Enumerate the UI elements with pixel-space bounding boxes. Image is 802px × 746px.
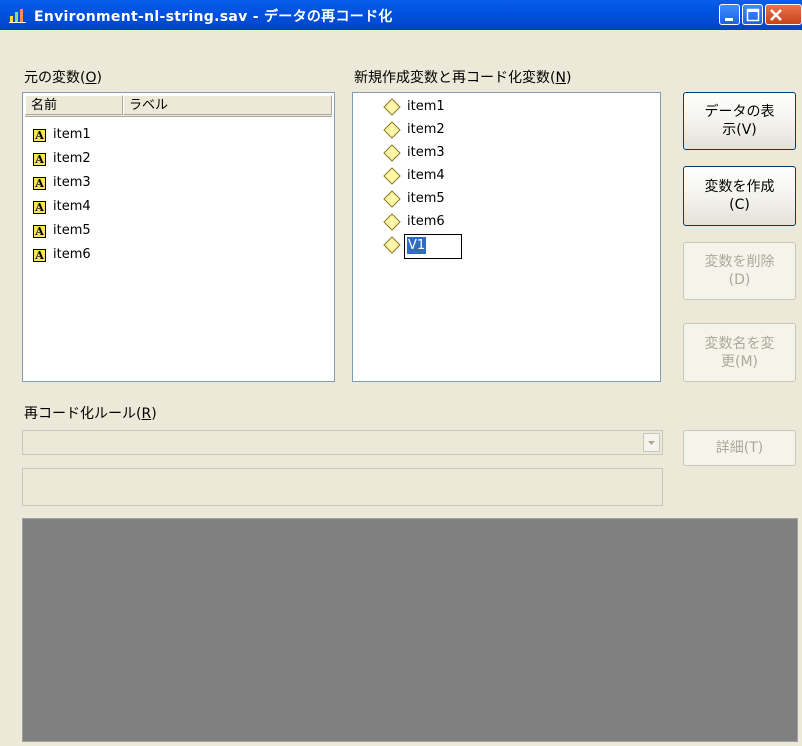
- close-button[interactable]: [765, 4, 802, 25]
- recode-rules-mnemonic: R: [141, 406, 152, 422]
- view-data-button[interactable]: データの表示(V): [683, 92, 796, 150]
- list-item-label: item4: [53, 199, 91, 214]
- new-variables-label: 新規作成変数と再コード化変数(N): [354, 67, 571, 87]
- diamond-icon: [383, 98, 401, 116]
- new-variable-tree[interactable]: item1 item2 item3 item4 item5 item6 V1: [352, 92, 661, 382]
- string-variable-icon: A: [33, 177, 46, 190]
- source-variables-label-suffix: ): [96, 70, 102, 86]
- selected-text: V1: [407, 237, 427, 254]
- diamond-icon: [383, 213, 401, 231]
- string-variable-icon: A: [33, 225, 46, 238]
- rename-variable-line2: 更(M): [720, 353, 758, 370]
- list-item-label: item3: [53, 175, 91, 190]
- create-variable-button-text: 変数を作成 (C): [684, 178, 795, 214]
- app-icon: [9, 9, 26, 23]
- string-variable-icon: A: [33, 249, 46, 262]
- minimize-icon: [725, 18, 733, 21]
- recode-rules-dropdown[interactable]: [22, 430, 663, 455]
- maximize-icon: [746, 8, 760, 22]
- column-header: 名前 ラベル: [25, 95, 332, 117]
- source-variables-label-text: 元の変数(: [24, 70, 86, 86]
- dropdown-arrow-button[interactable]: [643, 433, 660, 452]
- column-header-label[interactable]: ラベル: [123, 95, 332, 115]
- minimize-button[interactable]: [719, 4, 740, 25]
- create-variable-line2: (C): [729, 197, 750, 213]
- variable-name-edit-field[interactable]: V1: [404, 234, 462, 259]
- list-item-label: item1: [53, 127, 91, 142]
- source-variable-list[interactable]: 名前 ラベル Aitem1 Aitem2 Aitem3 Aitem4 Aitem…: [22, 92, 335, 382]
- list-item-label: item2: [53, 151, 91, 166]
- delete-variable-line1: 変数を削除: [704, 254, 775, 270]
- delete-variable-button-text: 変数を削除 (D): [684, 253, 795, 289]
- chevron-down-icon: [648, 441, 655, 445]
- list-item-label: item6: [53, 247, 91, 262]
- delete-variable-line2: (D): [728, 272, 751, 288]
- view-data-line2: 示(V): [722, 122, 757, 138]
- rename-variable-line1: 変数名を変: [704, 335, 775, 352]
- new-variables-label-suffix: ): [565, 70, 572, 86]
- new-variables-label-text: 新規作成変数と再コード化変数(: [354, 70, 556, 86]
- column-header-name[interactable]: 名前: [25, 95, 123, 115]
- source-variables-label: 元の変数(O): [24, 67, 102, 87]
- string-variable-icon: A: [33, 201, 46, 214]
- diamond-icon: [383, 190, 401, 208]
- diamond-icon: [383, 144, 401, 162]
- tree-item-label: item6: [407, 214, 445, 229]
- string-variable-icon: A: [33, 153, 46, 166]
- rename-variable-button-text: 変数名を変 更(M): [684, 335, 795, 371]
- recode-rules-label-text: 再コード化ルール(: [24, 406, 142, 422]
- source-variables-mnemonic: O: [85, 70, 97, 86]
- diamond-icon: [383, 236, 401, 254]
- tree-item-label: item5: [407, 191, 445, 206]
- maximize-button[interactable]: [742, 4, 763, 25]
- tree-item-label: item1: [407, 99, 445, 114]
- string-variable-icon: A: [33, 129, 46, 142]
- create-variable-line1: 変数を作成: [704, 179, 775, 195]
- close-icon: [770, 9, 782, 21]
- window-title: Environment-nl-string.sav - データの再コード化: [34, 9, 393, 25]
- list-item-label: item5: [53, 223, 91, 238]
- new-variables-mnemonic: N: [555, 70, 566, 86]
- title-bar: Environment-nl-string.sav - データの再コード化: [0, 0, 802, 30]
- view-data-button-text: データの表示(V): [684, 103, 795, 139]
- delete-variable-button[interactable]: 変数を削除 (D): [683, 242, 796, 300]
- tree-item-label: item2: [407, 122, 445, 137]
- details-button-text: 詳細(T): [715, 440, 764, 456]
- rename-variable-button[interactable]: 変数名を変 更(M): [683, 323, 796, 382]
- tree-item-label: item3: [407, 145, 445, 160]
- details-button[interactable]: 詳細(T): [683, 430, 796, 466]
- recode-rules-label: 再コード化ルール(R): [24, 403, 157, 423]
- tree-item-label: item4: [407, 168, 445, 183]
- diamond-icon: [383, 121, 401, 139]
- recode-rules-panel: [22, 518, 798, 742]
- create-variable-button[interactable]: 変数を作成 (C): [683, 166, 796, 226]
- recode-rules-label-suffix: ): [151, 406, 157, 422]
- rule-description-field: [22, 468, 663, 506]
- view-data-line1: データの表: [704, 104, 775, 120]
- diamond-icon: [383, 167, 401, 185]
